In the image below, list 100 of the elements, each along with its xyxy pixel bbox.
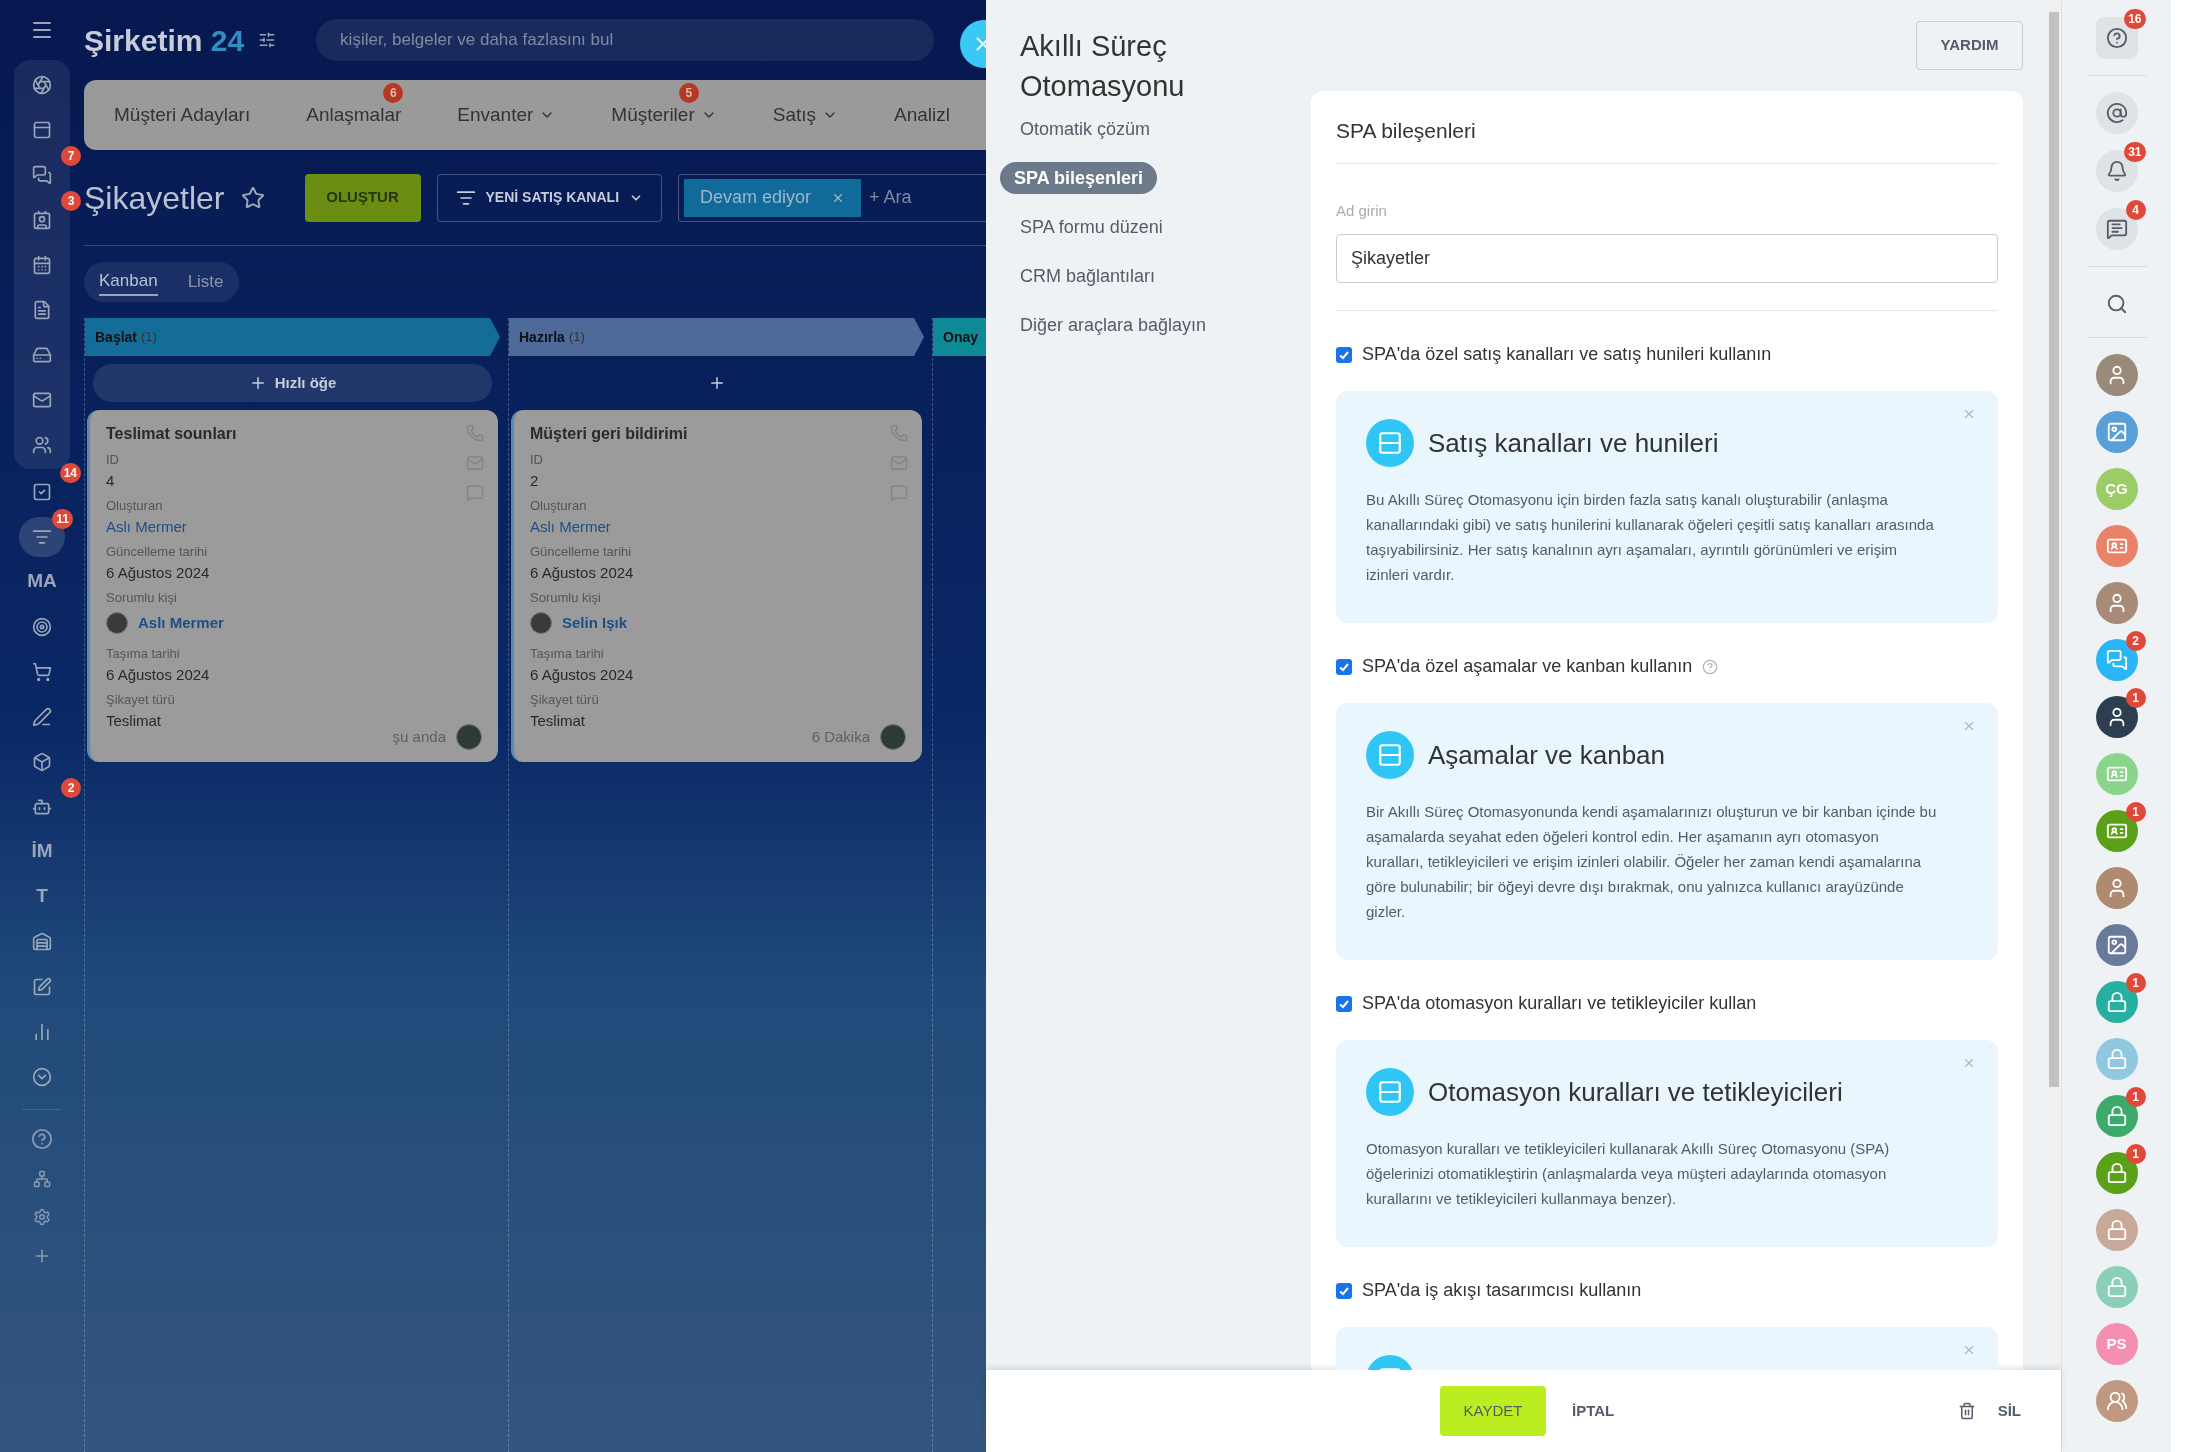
target-icon (32, 616, 52, 637)
filter-chip[interactable]: Devam ediyor (684, 178, 862, 217)
calendar-icon (32, 254, 52, 275)
nav-link[interactable]: SPA formu düzeni (1000, 211, 1177, 243)
count-badge: 2 (2125, 631, 2146, 651)
field-value: Teslimat (106, 710, 161, 731)
info-icon (1366, 731, 1414, 779)
field-label: Sorumlu kişi (106, 589, 177, 607)
info-text: Bu Akıllı Süreç Otomasyonu için birden fazla satış kanalı oluşturabilir (anlaşma kanallarındaki gibi) ve satış hunilerini kullanarak öğeleri çeşitli satış kanalları arasında taşıyabilirsiniz. Her satış kanalının ayrı aşamaları, ayrıntılı görünümleri ve erişim izinleri vardır. (1366, 490, 1935, 585)
option-label[interactable]: SPA'da özel aşamalar ve kanban kullanın (1362, 653, 1693, 680)
info-icon (1366, 1068, 1414, 1116)
person-link[interactable]: Selin Işık (562, 611, 628, 634)
info-title: Otomasyon kuralları ve tetikleyicileri (1428, 1075, 1843, 1109)
count-badge: 1 (2125, 802, 2146, 822)
trash-icon[interactable] (1957, 1402, 1976, 1420)
stage-header[interactable]: Başlat (1) (85, 318, 500, 356)
checkbox[interactable] (1336, 658, 1352, 675)
save-button[interactable]: KAYDET (1440, 1386, 1546, 1436)
kanban-card[interactable]: Teslimat sounları ID 4 Oluşturan Aslı Mermer Güncelleme tarihi 6 Ağustos 2024 Sorumlu kişi Aslı Mermer Taşıma tarihi 6 Ağustos 2024 Şikayet türü Teslimat şu anda (87, 410, 498, 762)
checkbox[interactable] (1336, 1282, 1352, 1299)
count-badge: 6 (383, 82, 404, 103)
checkbox[interactable] (1336, 346, 1352, 363)
help-icon[interactable] (31, 1128, 53, 1150)
search-field[interactable]: kişiler, belgeler ve daha fazlasını bul (316, 19, 934, 61)
delete-button[interactable]: SİL (1997, 1399, 2021, 1423)
cancel-button[interactable]: İPTAL (1568, 1386, 1619, 1436)
filter-field[interactable]: Devam ediyor + Ara (678, 173, 986, 222)
view-tab[interactable]: Liste (187, 269, 224, 295)
bar-chart-icon (32, 1021, 52, 1042)
nav-item[interactable]: MA (27, 566, 57, 597)
count-badge: 7 (61, 145, 81, 166)
people-icon (32, 434, 52, 455)
help-button[interactable]: YARDIM (1916, 21, 2023, 70)
create-button[interactable]: OLUŞTUR (304, 173, 421, 222)
name-input-field[interactable]: Şikayetler (1336, 234, 1998, 283)
stage-count: (1) (568, 328, 585, 347)
network-icon[interactable] (33, 1170, 51, 1188)
option-label[interactable]: SPA'da özel satış kanalları ve satış hunileri kullanın (1362, 341, 1772, 368)
card-title[interactable]: Teslimat sounları (106, 422, 237, 446)
settings-icon[interactable] (33, 1208, 51, 1226)
sliders-icon[interactable] (258, 31, 277, 49)
chevron-circle-icon (32, 1066, 52, 1087)
person-link[interactable]: Aslı Mermer (530, 515, 611, 538)
stage-header[interactable]: Hazırla (1) (509, 318, 924, 356)
menu-tab[interactable]: Analizl (894, 100, 951, 130)
stage-header[interactable]: Onay (933, 318, 986, 356)
lock-icon (2105, 1276, 2128, 1298)
menu-tab[interactable]: Müşteri Adayları (114, 100, 251, 130)
brand-logo[interactable]: Şirketim 24 (84, 17, 245, 63)
field-label: Güncelleme tarihi (530, 543, 632, 561)
field-label: Oluşturan (106, 497, 163, 515)
menu-tab[interactable]: Anlaşmalar (306, 100, 402, 130)
nav-link[interactable]: Diğer araçlara bağlayın (1000, 309, 1221, 341)
option-label[interactable]: SPA'da iş akışı tasarımcısı kullanın (1362, 1277, 1642, 1304)
info-icon (1366, 419, 1414, 467)
field-value: 6 Ağustos 2024 (530, 562, 634, 583)
count-badge: 1 (2125, 688, 2146, 708)
warehouse-icon (32, 931, 52, 952)
field-value: Teslimat (530, 710, 585, 731)
lock-icon (2105, 1048, 2128, 1070)
field-value: 6 Ağustos 2024 (106, 562, 210, 583)
field-label: Ad girin (1336, 200, 1388, 221)
view-tab[interactable]: Kanban (99, 268, 158, 296)
time-label: 6 Dakika (811, 726, 870, 747)
picture-icon (2105, 421, 2128, 443)
person-link[interactable]: Aslı Mermer (138, 611, 224, 634)
time-label: şu anda (392, 726, 446, 747)
pipeline-button[interactable]: YENİ SATIŞ KANALI (436, 173, 663, 222)
field-label: Taşıma tarihi (530, 645, 604, 663)
card-title[interactable]: Müşteri geri bildirimi (530, 422, 688, 446)
nav-link[interactable]: SPA bileşenleri (1000, 162, 1158, 194)
field-label: Sorumlu kişi (530, 589, 601, 607)
field-label: Şikayet türü (530, 691, 599, 709)
lock-icon (2105, 1162, 2128, 1184)
person-link[interactable]: Aslı Mermer (106, 515, 187, 538)
count-badge: 2 (61, 777, 81, 798)
initials: PS (2106, 1333, 2127, 1354)
quick-add-button[interactable]: Hızlı öğe (93, 364, 492, 402)
field-label: ID (530, 451, 543, 469)
avatar (456, 724, 482, 750)
menu-tab[interactable]: Satış (772, 100, 839, 130)
nav-item[interactable]: T (27, 881, 57, 912)
nav-link[interactable]: CRM bağlantıları (1000, 260, 1170, 292)
toolbar-button[interactable] (2095, 92, 2138, 134)
cube-icon (32, 751, 52, 772)
option-label[interactable]: SPA'da otomasyon kuralları ve tetikleyiciler kullan (1362, 990, 1757, 1017)
info-title: Aşamalar ve kanban (1428, 738, 1666, 772)
menu-tab[interactable]: Müşteriler (611, 100, 717, 130)
count-badge: 14 (59, 462, 81, 483)
avatar (106, 611, 128, 634)
at-sign-icon (2105, 102, 2128, 124)
section-title: SPA bileşenleri (1336, 115, 1998, 164)
menu-tab[interactable]: Envanter (457, 100, 556, 130)
count-badge: 11 (52, 508, 73, 529)
nav-link[interactable]: Otomatik çözüm (1000, 113, 1165, 145)
checkbox[interactable] (1336, 995, 1352, 1012)
star-icon[interactable] (240, 185, 265, 210)
nav-item[interactable]: İM (27, 836, 57, 867)
field-value: 4 (106, 470, 115, 491)
kanban-card[interactable]: Müşteri geri bildirimi ID 2 Oluşturan Aslı Mermer Güncelleme tarihi 6 Ağustos 2024 Sorumlu kişi Selin Işık Taşıma tarihi 6 Ağustos 2024 Şikayet türü Teslimat 6 Dakika (511, 410, 922, 762)
